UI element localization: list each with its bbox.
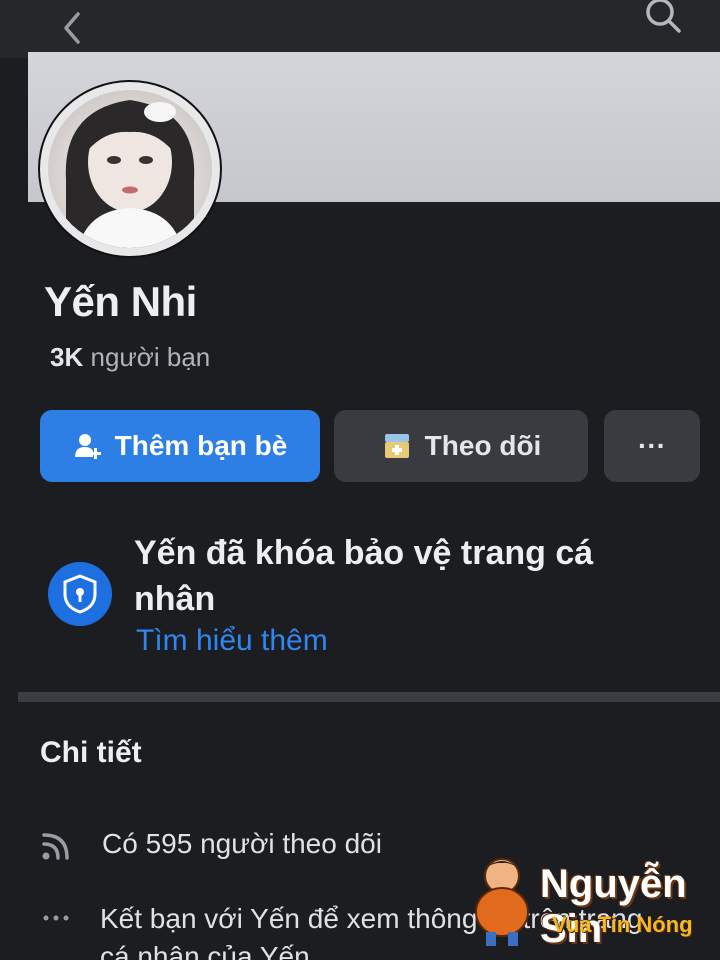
top-bar [0, 0, 720, 58]
followers-row[interactable]: Có 595 người theo dõi [40, 826, 382, 862]
rss-icon [42, 833, 69, 860]
profile-avatar[interactable] [40, 82, 220, 256]
avatar-portrait-icon [65, 100, 195, 248]
section-divider [18, 692, 720, 702]
watermark-title: Nguyễn Sin [540, 862, 687, 951]
avatar-image [48, 90, 212, 248]
watermark-subtitle: Vua Tin Nóng [552, 912, 693, 937]
add-friend-button[interactable]: Thêm bạn bè [40, 410, 320, 482]
befriend-row [40, 900, 76, 936]
watermark-logo: Nguyễn Sin Vua Tin Nóng [464, 852, 714, 951]
follow-button[interactable]: Theo dõi [334, 410, 588, 482]
back-button[interactable] [52, 6, 92, 50]
profile-locked-title: Yến đã khóa bảo vệ trang cá nhân [134, 534, 594, 618]
add-friend-icon [73, 431, 103, 461]
friends-number: 3K [50, 342, 84, 372]
mascot-icon [475, 858, 529, 946]
friends-label: người bạn [90, 342, 211, 372]
follow-icon [381, 430, 413, 462]
shield-lock-icon [63, 574, 97, 614]
dots-icon [43, 915, 69, 921]
learn-more-link[interactable]: Tìm hiểu thêm [136, 624, 328, 658]
search-icon [646, 0, 681, 33]
add-friend-label: Thêm bạn bè [114, 430, 288, 461]
more-icon: ··· [638, 430, 666, 461]
back-arrow-icon [64, 12, 80, 44]
shield-lock-badge [48, 562, 112, 626]
friends-count[interactable]: 3K người bạn [50, 342, 210, 373]
followers-text: Có 595 người theo dõi [102, 828, 382, 859]
follow-label: Theo dõi [424, 430, 542, 461]
search-button[interactable] [636, 0, 686, 40]
details-title: Chi tiết [40, 736, 142, 769]
profile-name: Yến Nhi [44, 278, 197, 325]
more-options-button[interactable]: ··· [604, 410, 700, 482]
